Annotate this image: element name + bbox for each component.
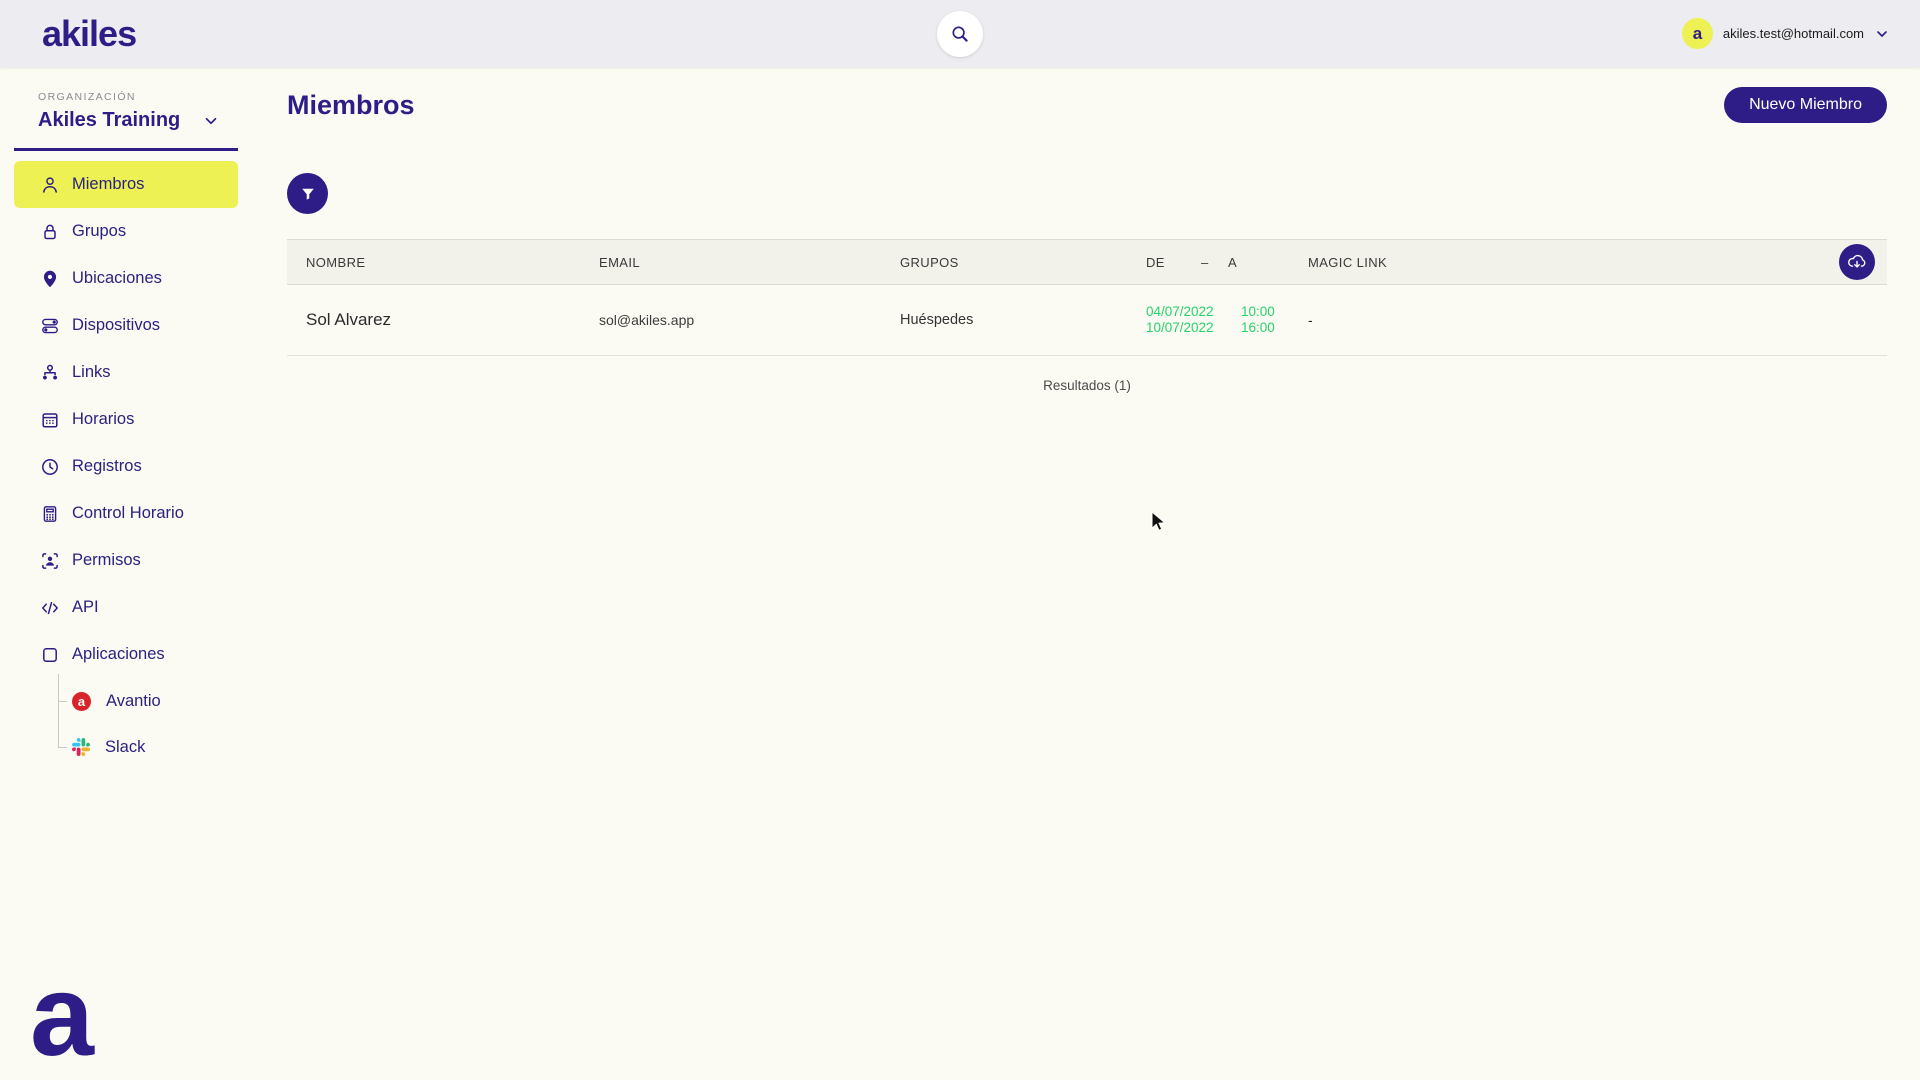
person-icon (40, 175, 60, 195)
calculator-icon (40, 504, 60, 524)
sidebar-item-aplicaciones[interactable]: Aplicaciones (14, 631, 238, 678)
filter-icon (299, 185, 317, 203)
table-header-row: NOMBRE EMAIL GRUPOS DE – A MAGIC LINK (287, 239, 1887, 285)
person-frame-icon (40, 551, 60, 571)
header-range-dash: – (1201, 255, 1228, 270)
sidebar-item-label: Links (72, 363, 111, 382)
org-selector[interactable]: ORGANIZACIÓN Akiles Training (0, 91, 240, 132)
export-button[interactable] (1839, 244, 1875, 280)
header-email[interactable]: EMAIL (599, 255, 900, 270)
sidebar-item-label: Dispositivos (72, 316, 160, 335)
member-magic-link: - (1308, 312, 1887, 328)
applications-tree: a Avantio Slack (0, 678, 240, 770)
org-name: Akiles Training (38, 109, 180, 132)
sidebar-item-horarios[interactable]: Horarios (14, 396, 238, 443)
sidebar-item-label: Miembros (72, 175, 144, 194)
to-time: 16:00 (1241, 320, 1275, 336)
sidebar-item-label: Horarios (72, 410, 134, 429)
avatar: a (1682, 18, 1713, 49)
sidebar-item-label: Grupos (72, 222, 126, 241)
sidebar-item-label: API (72, 598, 99, 617)
sitemap-icon (40, 363, 60, 383)
topbar: akiles a akiles.test@hotmail.com (0, 0, 1920, 67)
org-label: ORGANIZACIÓN (38, 91, 220, 103)
filter-button[interactable] (287, 173, 328, 214)
sidebar-item-label: Registros (72, 457, 142, 476)
sidebar-item-label: Control Horario (72, 504, 184, 523)
cloud-download-icon (1846, 251, 1868, 273)
sidebar-item-avantio[interactable]: a Avantio (0, 678, 240, 724)
akiles-logo: akiles (42, 13, 136, 55)
square-icon (40, 645, 60, 665)
sidebar-item-control-horario[interactable]: Control Horario (14, 490, 238, 537)
akiles-mark-logo: a (30, 970, 92, 1062)
map-pin-icon (40, 269, 60, 289)
sidebar: ORGANIZACIÓN Akiles Training Miembros (0, 67, 240, 1080)
results-count: Resultados (1) (287, 378, 1887, 393)
header-nombre[interactable]: NOMBRE (287, 255, 599, 270)
chevron-down-icon (202, 112, 220, 130)
sidebar-divider (14, 148, 238, 151)
search-button[interactable] (937, 11, 983, 57)
sidebar-item-dispositivos[interactable]: Dispositivos (14, 302, 238, 349)
header-grupos[interactable]: GRUPOS (900, 255, 1146, 270)
member-date-range: 04/07/2022 10:00 10/07/2022 16:00 (1146, 304, 1308, 336)
slack-icon (72, 738, 90, 756)
avantio-icon: a (72, 692, 91, 711)
to-date: 10/07/2022 (1146, 320, 1241, 336)
sidebar-item-grupos[interactable]: Grupos (14, 208, 238, 255)
new-member-button[interactable]: Nuevo Miembro (1724, 87, 1887, 123)
sidebar-item-permisos[interactable]: Permisos (14, 537, 238, 584)
member-name: Sol Alvarez (287, 310, 599, 330)
toggles-icon (40, 316, 60, 336)
calendar-icon (40, 410, 60, 430)
search-icon (949, 23, 971, 45)
sidebar-item-registros[interactable]: Registros (14, 443, 238, 490)
sidebar-item-label: Aplicaciones (72, 645, 165, 664)
clock-icon (40, 457, 60, 477)
code-icon (40, 598, 60, 618)
sidebar-item-links[interactable]: Links (14, 349, 238, 396)
header-magic-link[interactable]: MAGIC LINK (1308, 255, 1827, 270)
header-de[interactable]: DE (1146, 255, 1201, 270)
sidebar-item-ubicaciones[interactable]: Ubicaciones (14, 255, 238, 302)
member-email: sol@akiles.app (599, 312, 900, 328)
sidebar-item-label: Avantio (106, 692, 161, 711)
sidebar-item-label: Permisos (72, 551, 141, 570)
sidebar-item-label: Slack (105, 738, 145, 757)
sidebar-item-label: Ubicaciones (72, 269, 162, 288)
account-menu[interactable]: a akiles.test@hotmail.com (1682, 18, 1890, 49)
table-row[interactable]: Sol Alvarez sol@akiles.app Huéspedes 04/… (287, 285, 1887, 356)
header-a[interactable]: A (1228, 255, 1308, 270)
sidebar-item-slack[interactable]: Slack (0, 724, 240, 770)
lock-icon (40, 222, 60, 242)
from-date: 04/07/2022 (1146, 304, 1241, 320)
account-email: akiles.test@hotmail.com (1723, 26, 1864, 41)
main-content: Miembros Nuevo Miembro NOMBRE EMAIL GRUP… (240, 67, 1920, 1080)
sidebar-item-miembros[interactable]: Miembros (14, 161, 238, 208)
members-table: NOMBRE EMAIL GRUPOS DE – A MAGIC LINK (287, 239, 1887, 393)
chevron-down-icon (1874, 26, 1890, 42)
member-groups: Huéspedes (900, 312, 1146, 328)
from-time: 10:00 (1241, 304, 1275, 320)
sidebar-item-api[interactable]: API (14, 584, 238, 631)
page-title: Miembros (287, 90, 415, 121)
